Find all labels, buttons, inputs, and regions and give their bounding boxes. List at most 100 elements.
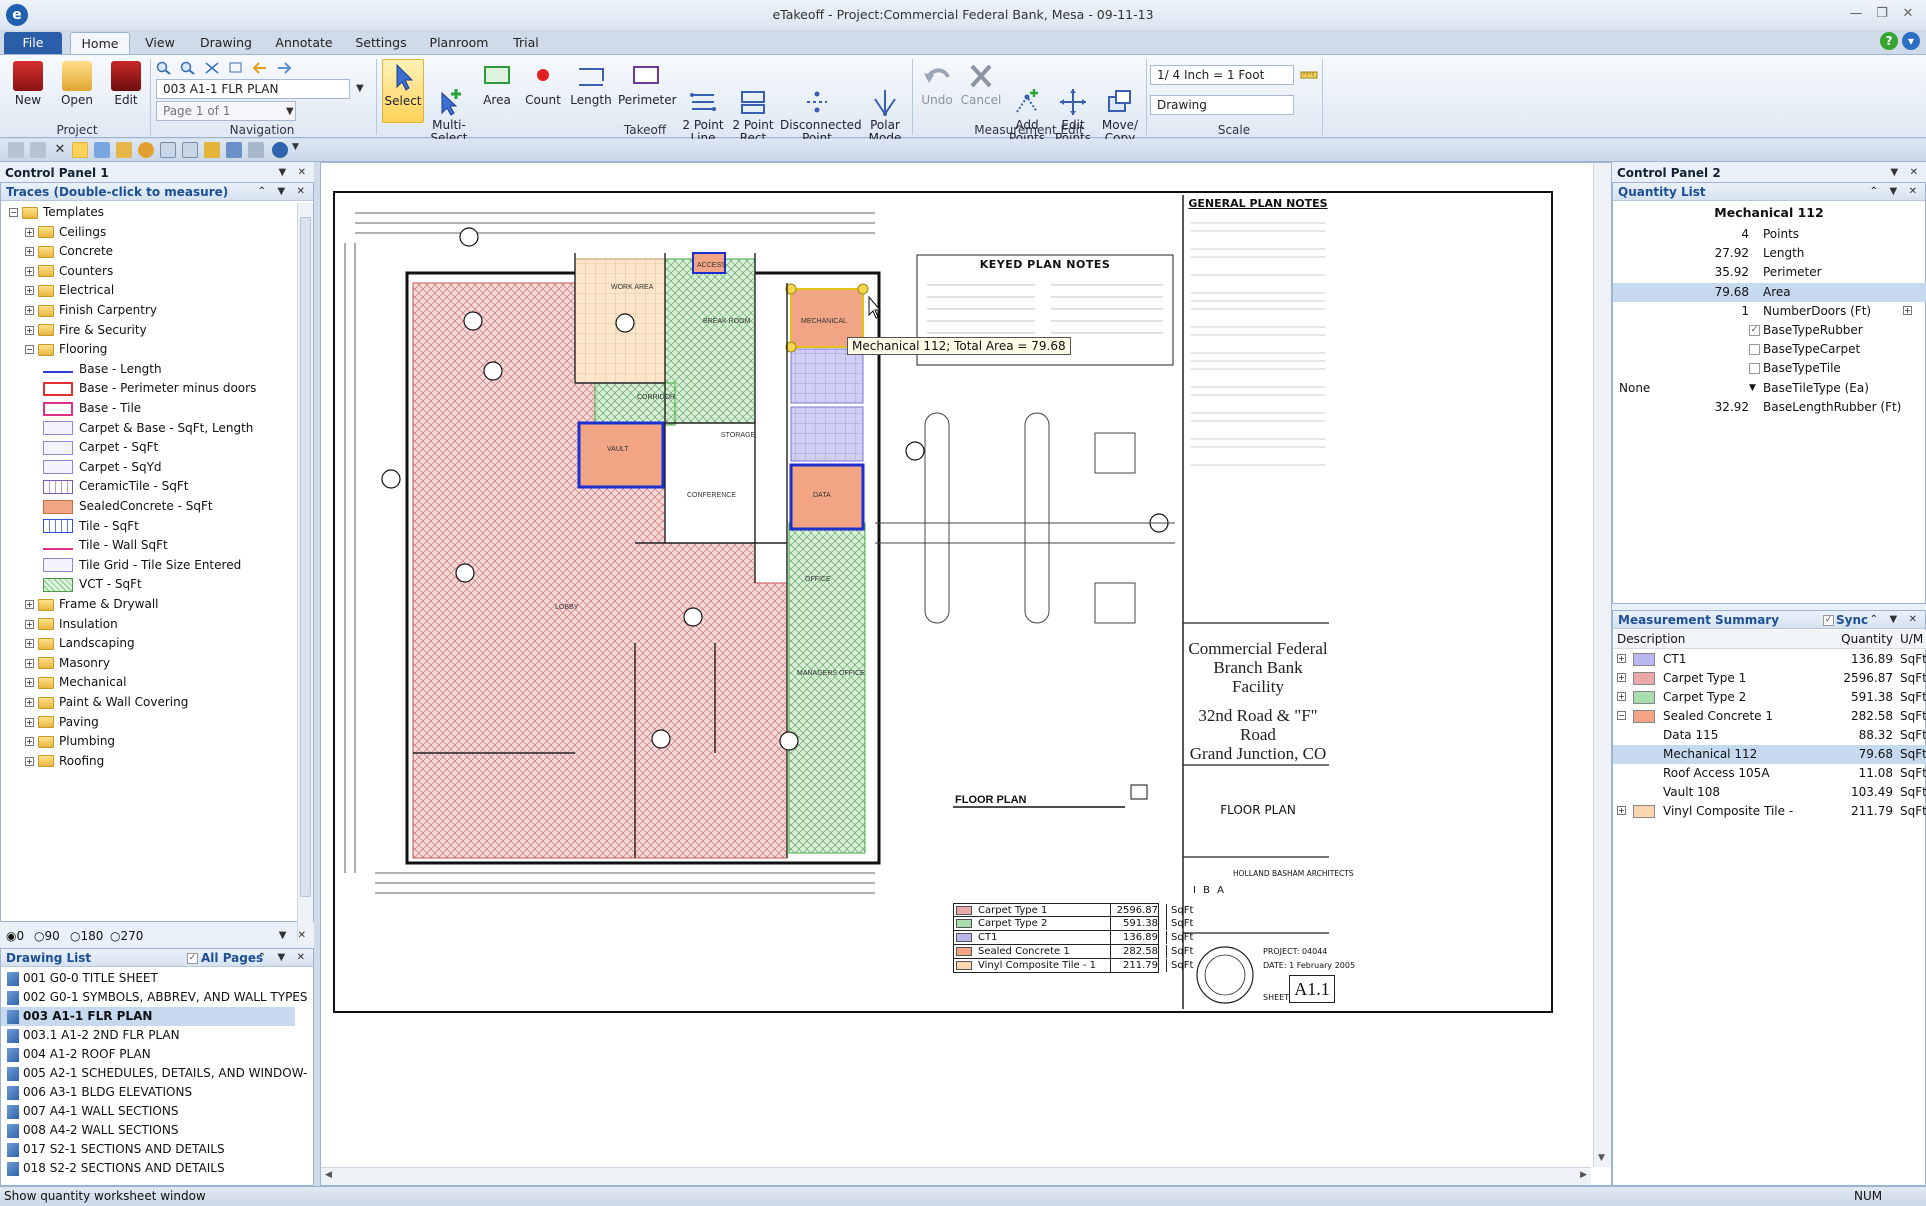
trace-folder-electrical[interactable]: + Electrical <box>1 281 295 300</box>
add-points-button[interactable]: Add Points <box>1006 59 1048 145</box>
rotation-270[interactable]: ○270 <box>110 926 143 946</box>
panel-menu-icon[interactable]: ▼ ✕ <box>278 164 310 182</box>
tab-annotate[interactable]: Annotate <box>272 32 336 54</box>
checkbox-icon[interactable] <box>1749 363 1760 375</box>
canvas-horizontal-scrollbar[interactable]: ◀ ▶ <box>321 1167 1591 1185</box>
quantity-row-area[interactable]: 79.68 Area <box>1613 282 1926 302</box>
summary-row[interactable]: Mechanical 112 79.68 SqFt <box>1613 745 1926 764</box>
drawing-list-item[interactable]: 004 A1-2 ROOF PLAN <box>1 1045 295 1064</box>
checkbox-icon[interactable] <box>1749 344 1760 356</box>
expand-icon[interactable]: + <box>25 227 34 237</box>
expand-icon[interactable]: + <box>1903 305 1912 315</box>
drawing-list-item[interactable]: 002 G0-1 SYMBOLS, ABBREV, AND WALL TYPES <box>1 988 308 1007</box>
pan-icon[interactable] <box>30 142 46 158</box>
annotation-icon[interactable] <box>116 142 132 158</box>
quantity-row-basetiletype-ea[interactable]: None ▼ BaseTileType (Ea) <box>1613 379 1926 398</box>
open-button[interactable]: Open <box>56 59 98 123</box>
trace-folder-frame-drywall[interactable]: + Frame & Drywall <box>1 595 295 614</box>
trace-folder-insulation[interactable]: + Insulation <box>1 615 295 634</box>
summary-row[interactable]: Vault 108 103.49 SqFt <box>1613 783 1926 802</box>
quantity-row-basetypecarpet[interactable]: BaseTypeCarpet <box>1613 340 1926 359</box>
edit-project-button[interactable]: Edit <box>106 59 146 123</box>
trace-folder-flooring[interactable]: − Flooring <box>1 340 295 359</box>
forward-arrow-icon[interactable] <box>276 61 292 75</box>
drawing-list-item[interactable]: 001 G0-0 TITLE SHEET <box>1 969 295 988</box>
help-icon[interactable]: ? <box>1880 32 1898 50</box>
multi-select-button[interactable]: Multi- Select <box>428 59 470 145</box>
expand-icon[interactable]: + <box>1617 692 1626 701</box>
toolbar-chevron-down-icon[interactable]: ▼ <box>292 142 308 158</box>
delete-icon[interactable]: ✕ <box>52 142 68 158</box>
expand-icon[interactable]: + <box>25 247 34 257</box>
tab-drawing[interactable]: Drawing <box>196 32 256 54</box>
rotation-90[interactable]: ○90 <box>34 926 60 946</box>
scale-input[interactable]: 1/ 4 Inch = 1 Foot <box>1150 65 1294 85</box>
polar-mode-button[interactable]: Polar Mode <box>862 59 908 145</box>
expand-icon[interactable]: + <box>25 286 34 296</box>
rotation-180[interactable]: ○180 <box>70 926 103 946</box>
summary-row[interactable]: Data 115 88.32 SqFt <box>1613 726 1926 745</box>
checkbox-icon[interactable]: ✓ <box>1749 325 1760 336</box>
scale-ruler-icon[interactable] <box>1300 67 1318 83</box>
text-icon[interactable] <box>226 142 242 158</box>
tab-file[interactable]: File <box>4 32 62 54</box>
expand-icon[interactable]: + <box>25 756 34 766</box>
expand-icon[interactable]: + <box>25 266 34 276</box>
expand-icon[interactable]: + <box>25 619 34 629</box>
tab-view[interactable]: View <box>138 32 182 54</box>
quantity-row-basetypetile[interactable]: BaseTypeTile <box>1613 359 1926 378</box>
trace-template-item[interactable]: VCT - SqFt <box>1 575 295 594</box>
drawing-select[interactable]: 003 A1-1 FLR PLAN <box>156 79 350 99</box>
quantity-row-length[interactable]: 27.92 Length <box>1613 244 1926 263</box>
trace-folder-masonry[interactable]: + Masonry <box>1 654 295 673</box>
expand-icon[interactable]: − <box>9 208 18 217</box>
expand-icon[interactable]: + <box>25 600 34 609</box>
quantity-row-perimeter[interactable]: 35.92 Perimeter <box>1613 263 1926 282</box>
quantity-row-points[interactable]: 4 Points <box>1613 225 1926 244</box>
trace-folder-ceilings[interactable]: + Ceilings <box>1 223 295 242</box>
area-button[interactable]: Area <box>476 59 518 123</box>
expand-icon[interactable]: − <box>1617 711 1626 720</box>
trace-template-item[interactable]: Carpet - SqYd <box>1 458 295 477</box>
drawing-list-item[interactable]: 018 S2-2 SECTIONS AND DETAILS <box>1 1159 295 1178</box>
print-icon[interactable] <box>8 142 24 158</box>
globe-icon[interactable] <box>272 142 288 158</box>
page-select-chevron-down-icon[interactable]: ▼ <box>286 106 294 117</box>
sync-toggle[interactable]: ✓ Sync <box>1823 611 1868 629</box>
trace-template-item[interactable]: Base - Perimeter minus doors <box>1 379 295 398</box>
close-icon[interactable]: ✕ <box>1898 6 1918 22</box>
tab-planroom[interactable]: Planroom <box>426 32 492 54</box>
trace-template-item[interactable]: CeramicTile - SqFt <box>1 477 295 496</box>
trace-folder-mechanical[interactable]: + Mechanical <box>1 673 295 692</box>
drawing-list-item[interactable]: 003.1 A1-2 2ND FLR PLAN <box>1 1026 295 1045</box>
expand-icon[interactable]: + <box>1617 673 1626 682</box>
drawing-list-item[interactable]: 007 A4-1 WALL SECTIONS <box>1 1102 295 1121</box>
trace-folder-paint-wall-covering[interactable]: + Paint & Wall Covering <box>1 693 295 712</box>
rotation-panel-buttons-icon[interactable]: ▼ ✕ <box>279 926 310 946</box>
tab-home[interactable]: Home <box>70 32 130 54</box>
trace-folder-plumbing[interactable]: + Plumbing <box>1 732 295 751</box>
drawing-list-buttons-icon[interactable]: ⌃ ▼ ✕ <box>258 949 309 967</box>
expand-icon[interactable]: + <box>25 678 34 688</box>
summary-row[interactable]: Roof Access 105A 11.08 SqFt <box>1613 764 1926 783</box>
new-button[interactable]: New <box>8 59 48 123</box>
restore-icon[interactable]: ❐ <box>1872 6 1892 22</box>
two-point-rect-button[interactable]: 2 Point Rect <box>730 59 776 145</box>
drawing-list-item[interactable]: 003 A1-1 FLR PLAN <box>1 1007 295 1026</box>
two-point-line-button[interactable]: 2 Point Line <box>680 59 726 145</box>
select-button[interactable]: Select <box>382 59 424 123</box>
expand-icon[interactable]: − <box>25 345 34 355</box>
scale-mode-input[interactable]: Drawing <box>1150 95 1294 115</box>
expand-icon[interactable]: + <box>25 698 34 707</box>
disconnected-point-button[interactable]: Disconnected Point <box>780 59 862 145</box>
trace-folder-roofing[interactable]: + Roofing <box>1 752 295 771</box>
length-button[interactable]: Length <box>568 59 614 123</box>
page-select[interactable]: Page 1 of 1 <box>156 101 296 121</box>
summary-row[interactable]: + Carpet Type 1 2596.87 SqFt <box>1613 669 1926 688</box>
perimeter-button[interactable]: Perimeter <box>618 59 677 123</box>
expand-icon[interactable]: + <box>25 658 34 668</box>
measure-icon[interactable] <box>204 142 220 158</box>
rotation-0[interactable]: ◉0 <box>6 926 24 946</box>
all-pages-toggle[interactable]: ✓ All Pages <box>187 949 263 967</box>
move-copy-button[interactable]: Move/ Copy <box>1098 59 1142 145</box>
